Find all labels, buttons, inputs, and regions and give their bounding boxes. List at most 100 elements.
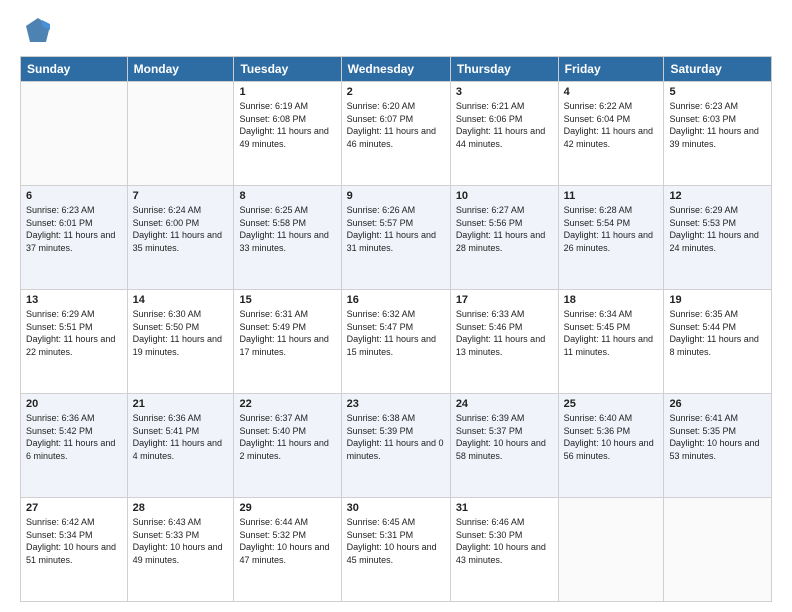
day-info: Sunrise: 6:27 AMSunset: 5:56 PMDaylight:… [456, 204, 553, 254]
day-info: Sunrise: 6:31 AMSunset: 5:49 PMDaylight:… [239, 308, 335, 358]
day-info: Sunrise: 6:19 AMSunset: 6:08 PMDaylight:… [239, 100, 335, 150]
calendar-cell: 21 Sunrise: 6:36 AMSunset: 5:41 PMDayligh… [127, 394, 234, 498]
calendar-cell: 22 Sunrise: 6:37 AMSunset: 5:40 PMDayligh… [234, 394, 341, 498]
day-info: Sunrise: 6:33 AMSunset: 5:46 PMDaylight:… [456, 308, 553, 358]
day-number: 20 [26, 398, 122, 410]
day-info: Sunrise: 6:29 AMSunset: 5:51 PMDaylight:… [26, 308, 122, 358]
weekday-header: Saturday [664, 57, 772, 82]
calendar-cell: 27 Sunrise: 6:42 AMSunset: 5:34 PMDayligh… [21, 498, 128, 602]
day-number: 23 [347, 398, 445, 410]
day-number: 5 [669, 86, 766, 98]
day-number: 29 [239, 502, 335, 514]
calendar-cell: 29Sunrise: 6:44 AMSunset: 5:32 PMDayligh… [234, 498, 341, 602]
calendar-cell: 4 Sunrise: 6:22 AMSunset: 6:04 PMDaylight… [558, 82, 664, 186]
logo [20, 16, 56, 46]
calendar-cell [127, 82, 234, 186]
calendar-cell: 9 Sunrise: 6:26 AMSunset: 5:57 PMDaylight… [341, 186, 450, 290]
day-info: Sunrise: 6:39 AMSunset: 5:37 PMDaylight:… [456, 412, 553, 462]
day-number: 30 [347, 502, 445, 514]
calendar-cell: 26 Sunrise: 6:41 AMSunset: 5:35 PMDayligh… [664, 394, 772, 498]
weekday-header: Tuesday [234, 57, 341, 82]
day-info: Sunrise: 6:37 AMSunset: 5:40 PMDaylight:… [239, 412, 335, 462]
day-number: 13 [26, 294, 122, 306]
calendar-cell: 16 Sunrise: 6:32 AMSunset: 5:47 PMDayligh… [341, 290, 450, 394]
day-number: 8 [239, 190, 335, 202]
day-info: Sunrise: 6:36 AMSunset: 5:41 PMDaylight:… [133, 412, 229, 462]
day-number: 2 [347, 86, 445, 98]
day-info: Sunrise: 6:46 AMSunset: 5:30 PMDaylight:… [456, 516, 553, 566]
day-number: 31 [456, 502, 553, 514]
calendar-cell: 18 Sunrise: 6:34 AMSunset: 5:45 PMDayligh… [558, 290, 664, 394]
calendar-cell: 6 Sunrise: 6:23 AMSunset: 6:01 PMDaylight… [21, 186, 128, 290]
day-info: Sunrise: 6:45 AMSunset: 5:31 PMDaylight:… [347, 516, 445, 566]
day-number: 19 [669, 294, 766, 306]
calendar-cell: 2Sunrise: 6:20 AMSunset: 6:07 PMDaylight… [341, 82, 450, 186]
day-number: 3 [456, 86, 553, 98]
calendar-week-row: 13 Sunrise: 6:29 AMSunset: 5:51 PMDayligh… [21, 290, 772, 394]
header [20, 16, 772, 46]
day-number: 18 [564, 294, 659, 306]
day-number: 10 [456, 190, 553, 202]
day-number: 9 [347, 190, 445, 202]
day-info: Sunrise: 6:38 AMSunset: 5:39 PMDaylight:… [347, 412, 445, 462]
weekday-header: Friday [558, 57, 664, 82]
logo-icon [20, 16, 52, 46]
day-info: Sunrise: 6:34 AMSunset: 5:45 PMDaylight:… [564, 308, 659, 358]
day-info: Sunrise: 6:25 AMSunset: 5:58 PMDaylight:… [239, 204, 335, 254]
day-info: Sunrise: 6:22 AMSunset: 6:04 PMDaylight:… [564, 100, 659, 150]
day-info: Sunrise: 6:23 AMSunset: 6:01 PMDaylight:… [26, 204, 122, 254]
calendar-cell: 28Sunrise: 6:43 AMSunset: 5:33 PMDayligh… [127, 498, 234, 602]
calendar-cell: 13 Sunrise: 6:29 AMSunset: 5:51 PMDayligh… [21, 290, 128, 394]
calendar-cell: 19 Sunrise: 6:35 AMSunset: 5:44 PMDayligh… [664, 290, 772, 394]
day-info: Sunrise: 6:36 AMSunset: 5:42 PMDaylight:… [26, 412, 122, 462]
calendar-header-row: SundayMondayTuesdayWednesdayThursdayFrid… [21, 57, 772, 82]
calendar-cell: 1 Sunrise: 6:19 AMSunset: 6:08 PMDaylight… [234, 82, 341, 186]
day-info: Sunrise: 6:32 AMSunset: 5:47 PMDaylight:… [347, 308, 445, 358]
calendar-week-row: 27 Sunrise: 6:42 AMSunset: 5:34 PMDayligh… [21, 498, 772, 602]
calendar-week-row: 1 Sunrise: 6:19 AMSunset: 6:08 PMDaylight… [21, 82, 772, 186]
calendar-week-row: 6 Sunrise: 6:23 AMSunset: 6:01 PMDaylight… [21, 186, 772, 290]
calendar-table: SundayMondayTuesdayWednesdayThursdayFrid… [20, 56, 772, 602]
day-number: 28 [133, 502, 229, 514]
calendar-cell: 5 Sunrise: 6:23 AMSunset: 6:03 PMDaylight… [664, 82, 772, 186]
calendar-cell: 14 Sunrise: 6:30 AMSunset: 5:50 PMDayligh… [127, 290, 234, 394]
calendar-cell: 12Sunrise: 6:29 AMSunset: 5:53 PMDayligh… [664, 186, 772, 290]
calendar-cell [664, 498, 772, 602]
calendar-cell: 25 Sunrise: 6:40 AMSunset: 5:36 PMDayligh… [558, 394, 664, 498]
day-info: Sunrise: 6:23 AMSunset: 6:03 PMDaylight:… [669, 100, 766, 150]
day-number: 26 [669, 398, 766, 410]
day-number: 6 [26, 190, 122, 202]
calendar-cell: 20 Sunrise: 6:36 AMSunset: 5:42 PMDayligh… [21, 394, 128, 498]
calendar-cell: 3 Sunrise: 6:21 AMSunset: 6:06 PMDaylight… [450, 82, 558, 186]
day-number: 22 [239, 398, 335, 410]
day-info: Sunrise: 6:21 AMSunset: 6:06 PMDaylight:… [456, 100, 553, 150]
day-number: 16 [347, 294, 445, 306]
day-number: 27 [26, 502, 122, 514]
calendar-cell: 7 Sunrise: 6:24 AMSunset: 6:00 PMDaylight… [127, 186, 234, 290]
day-number: 4 [564, 86, 659, 98]
calendar-cell [558, 498, 664, 602]
day-number: 25 [564, 398, 659, 410]
calendar-cell: 11Sunrise: 6:28 AMSunset: 5:54 PMDayligh… [558, 186, 664, 290]
day-number: 14 [133, 294, 229, 306]
day-info: Sunrise: 6:26 AMSunset: 5:57 PMDaylight:… [347, 204, 445, 254]
calendar-cell: 31 Sunrise: 6:46 AMSunset: 5:30 PMDayligh… [450, 498, 558, 602]
calendar-week-row: 20 Sunrise: 6:36 AMSunset: 5:42 PMDayligh… [21, 394, 772, 498]
day-info: Sunrise: 6:35 AMSunset: 5:44 PMDaylight:… [669, 308, 766, 358]
weekday-header: Thursday [450, 57, 558, 82]
calendar-cell [21, 82, 128, 186]
day-number: 7 [133, 190, 229, 202]
weekday-header: Sunday [21, 57, 128, 82]
day-number: 24 [456, 398, 553, 410]
day-number: 1 [239, 86, 335, 98]
day-info: Sunrise: 6:41 AMSunset: 5:35 PMDaylight:… [669, 412, 766, 462]
day-info: Sunrise: 6:40 AMSunset: 5:36 PMDaylight:… [564, 412, 659, 462]
day-number: 21 [133, 398, 229, 410]
day-info: Sunrise: 6:42 AMSunset: 5:34 PMDaylight:… [26, 516, 122, 566]
calendar-cell: 10 Sunrise: 6:27 AMSunset: 5:56 PMDayligh… [450, 186, 558, 290]
day-number: 11 [564, 190, 659, 202]
day-info: Sunrise: 6:24 AMSunset: 6:00 PMDaylight:… [133, 204, 229, 254]
calendar-cell: 8 Sunrise: 6:25 AMSunset: 5:58 PMDaylight… [234, 186, 341, 290]
calendar-cell: 24 Sunrise: 6:39 AMSunset: 5:37 PMDayligh… [450, 394, 558, 498]
day-info: Sunrise: 6:30 AMSunset: 5:50 PMDaylight:… [133, 308, 229, 358]
